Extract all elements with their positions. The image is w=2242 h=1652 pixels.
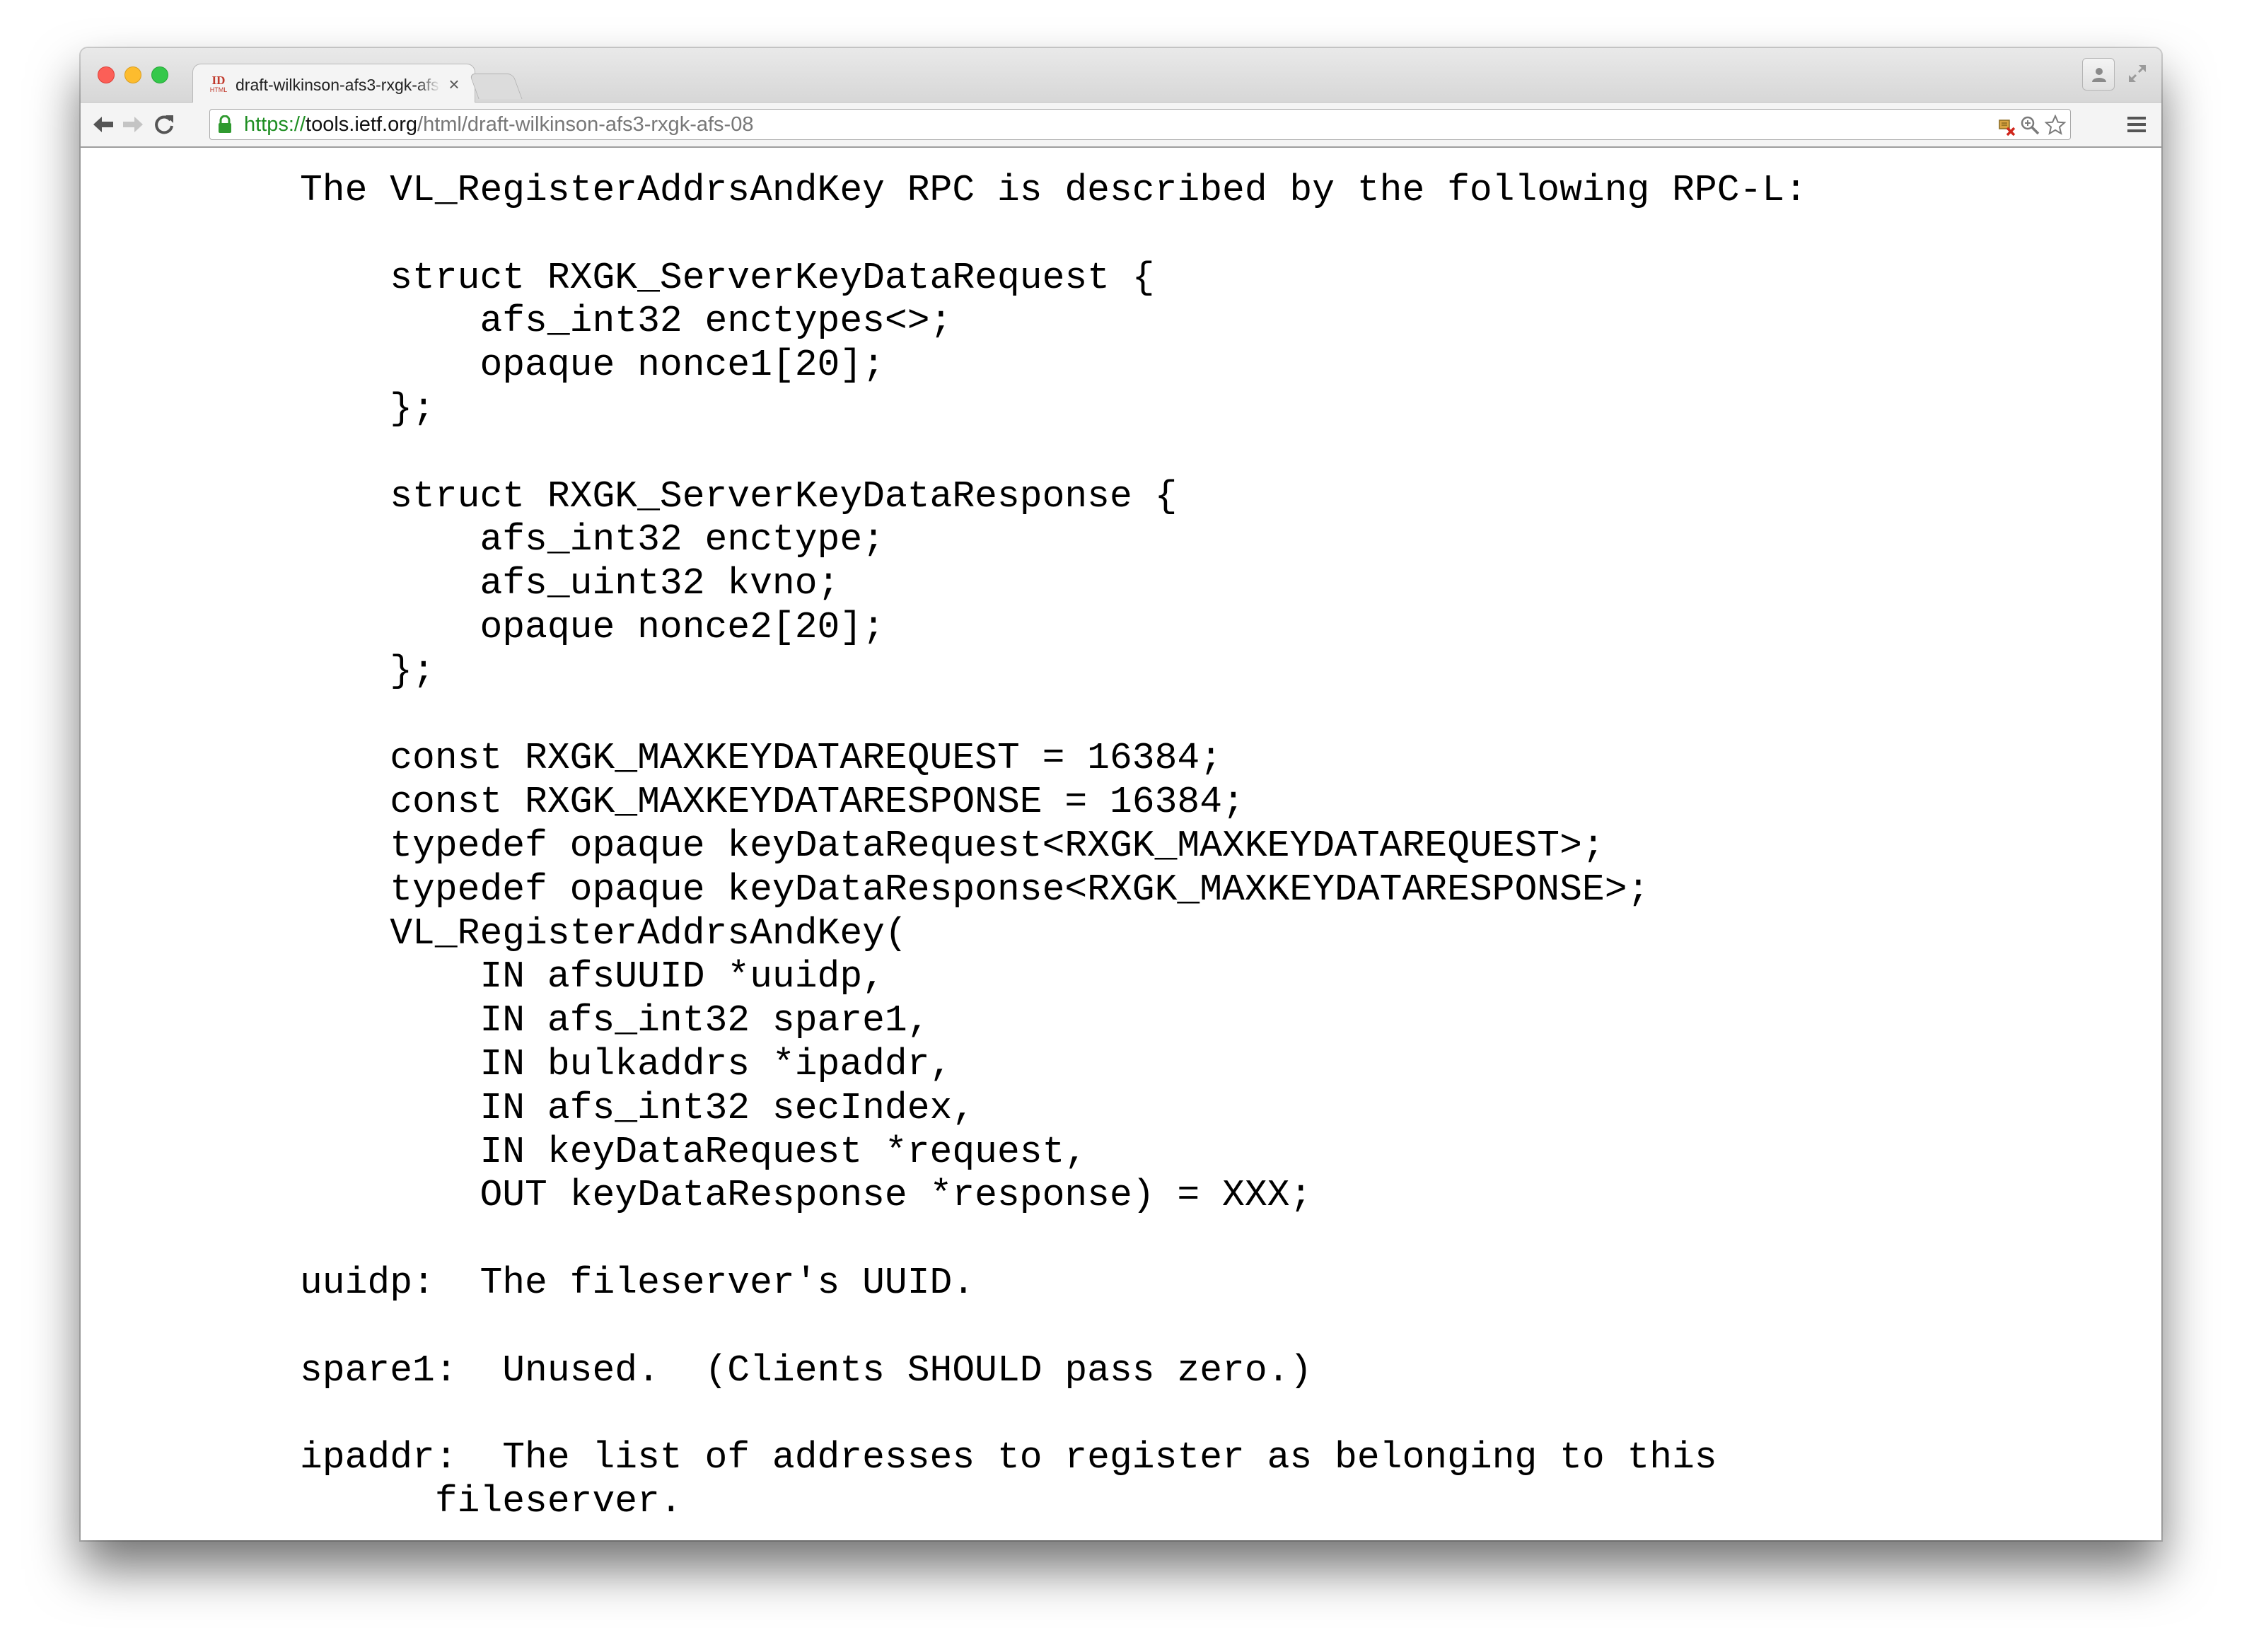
document-line: IN afsUUID *uuidp, — [300, 955, 885, 999]
document-line: const RXGK_MAXKEYDATARESPONSE = 16384; — [300, 781, 1245, 824]
document-line — [300, 213, 1807, 257]
tab-strip: ID HTML draft-wilkinson-afs3-rxgk-afs-08… — [81, 48, 2161, 103]
reload-icon — [155, 115, 173, 134]
tab-active[interactable]: ID HTML draft-wilkinson-afs3-rxgk-afs-08… — [192, 64, 475, 103]
zoom-button[interactable] — [2019, 115, 2040, 136]
url-scheme: https:// — [244, 113, 306, 136]
document-line: IN bulkaddrs *ipaddr, — [300, 1042, 953, 1086]
document-line — [300, 694, 1807, 738]
document-line: uuidp: The fileserver's UUID. — [300, 1261, 975, 1304]
desktop-background: ID HTML draft-wilkinson-afs3-rxgk-afs-08… — [0, 0, 2242, 1652]
bookmark-star-button[interactable] — [2044, 114, 2067, 136]
forward-button[interactable] — [120, 112, 146, 137]
reload-button[interactable] — [151, 112, 177, 137]
document-line: }; — [300, 387, 435, 430]
document-line: typedef opaque keyDataRequest<RXGK_MAXKE… — [300, 824, 1605, 867]
fullscreen-arrows-icon — [2129, 65, 2146, 82]
url-text: https://tools.ietf.org/html/draft-wilkin… — [244, 110, 753, 139]
document-line: struct RXGK_ServerKeyDataRequest { — [300, 256, 1155, 299]
document-line — [300, 1392, 1807, 1436]
star-icon — [2044, 114, 2067, 135]
browser-window: ID HTML draft-wilkinson-afs3-rxgk-afs-08… — [81, 48, 2161, 1540]
document-line: ipaddr: The list of addresses to registe… — [300, 1436, 1717, 1479]
page-content: The VL_RegisterAddrsAndKey RPC is descri… — [81, 148, 2161, 1540]
document-line: spare1: Unused. (Clients SHOULD pass zer… — [300, 1349, 1313, 1392]
document-line: IN keyDataRequest *request, — [300, 1130, 1088, 1173]
zoom-magnifier-icon — [2021, 116, 2040, 135]
fullscreen-button[interactable] — [2126, 62, 2149, 85]
document-line — [300, 1218, 1807, 1262]
address-bar[interactable]: https://tools.ietf.org/html/draft-wilkin… — [209, 109, 2071, 140]
favicon-text-top: ID — [211, 74, 226, 87]
profile-button[interactable] — [2082, 58, 2115, 91]
document-line: VL_RegisterAddrsAndKey( — [300, 912, 907, 955]
person-icon — [2092, 68, 2106, 82]
url-path: /html/draft-wilkinson-afs3-rxgk-afs-08 — [417, 113, 754, 136]
document-line: afs_uint32 kvno; — [300, 562, 840, 605]
blocked-script-icon — [1999, 120, 2016, 136]
document-line — [300, 431, 1807, 475]
document-line: IN afs_int32 secIndex, — [300, 1086, 975, 1129]
document-line: afs_int32 enctypes<>; — [300, 300, 953, 343]
document-line: opaque nonce2[20]; — [300, 605, 885, 648]
document-line: struct RXGK_ServerKeyDataResponse { — [300, 475, 1178, 518]
document-line: afs_int32 enctype; — [300, 518, 885, 562]
favicon-text-bottom: HTML — [209, 86, 228, 93]
document-line: opaque nonce1[20]; — [300, 344, 885, 387]
back-button[interactable] — [91, 112, 116, 137]
forward-arrow-icon — [123, 117, 143, 132]
window-zoom-button[interactable] — [151, 66, 168, 83]
tab-close-icon[interactable]: × — [445, 74, 463, 95]
browser-toolbar: https://tools.ietf.org/html/draft-wilkin… — [81, 103, 2161, 148]
document-line: OUT keyDataResponse *response) = XXX; — [300, 1174, 1313, 1217]
url-host: tools.ietf.org — [306, 113, 418, 136]
tab-title: draft-wilkinson-afs3-rxgk-afs-08 — [236, 76, 441, 94]
blocked-content-button[interactable] — [1995, 115, 2016, 136]
lock-icon — [219, 115, 231, 133]
ietf-favicon-icon: ID HTML — [207, 74, 230, 95]
document-line: }; — [300, 649, 435, 692]
document-line: typedef opaque keyDataResponse<RXGK_MAXK… — [300, 868, 1650, 911]
document-line — [300, 1305, 1807, 1349]
back-arrow-icon — [93, 117, 113, 132]
document-line: fileserver. — [300, 1479, 683, 1523]
rfc-document-text: The VL_RegisterAddrsAndKey RPC is descri… — [300, 169, 1807, 1524]
chrome-menu-button[interactable] — [2125, 112, 2149, 136]
hamburger-menu-icon — [2127, 117, 2146, 132]
document-line: const RXGK_MAXKEYDATAREQUEST = 16384; — [300, 737, 1223, 780]
window-close-button[interactable] — [98, 66, 115, 83]
new-tab-button[interactable] — [469, 74, 523, 99]
document-line: IN afs_int32 spare1, — [300, 999, 930, 1042]
window-minimize-button[interactable] — [124, 66, 141, 83]
document-line: The VL_RegisterAddrsAndKey RPC is descri… — [300, 169, 1807, 211]
